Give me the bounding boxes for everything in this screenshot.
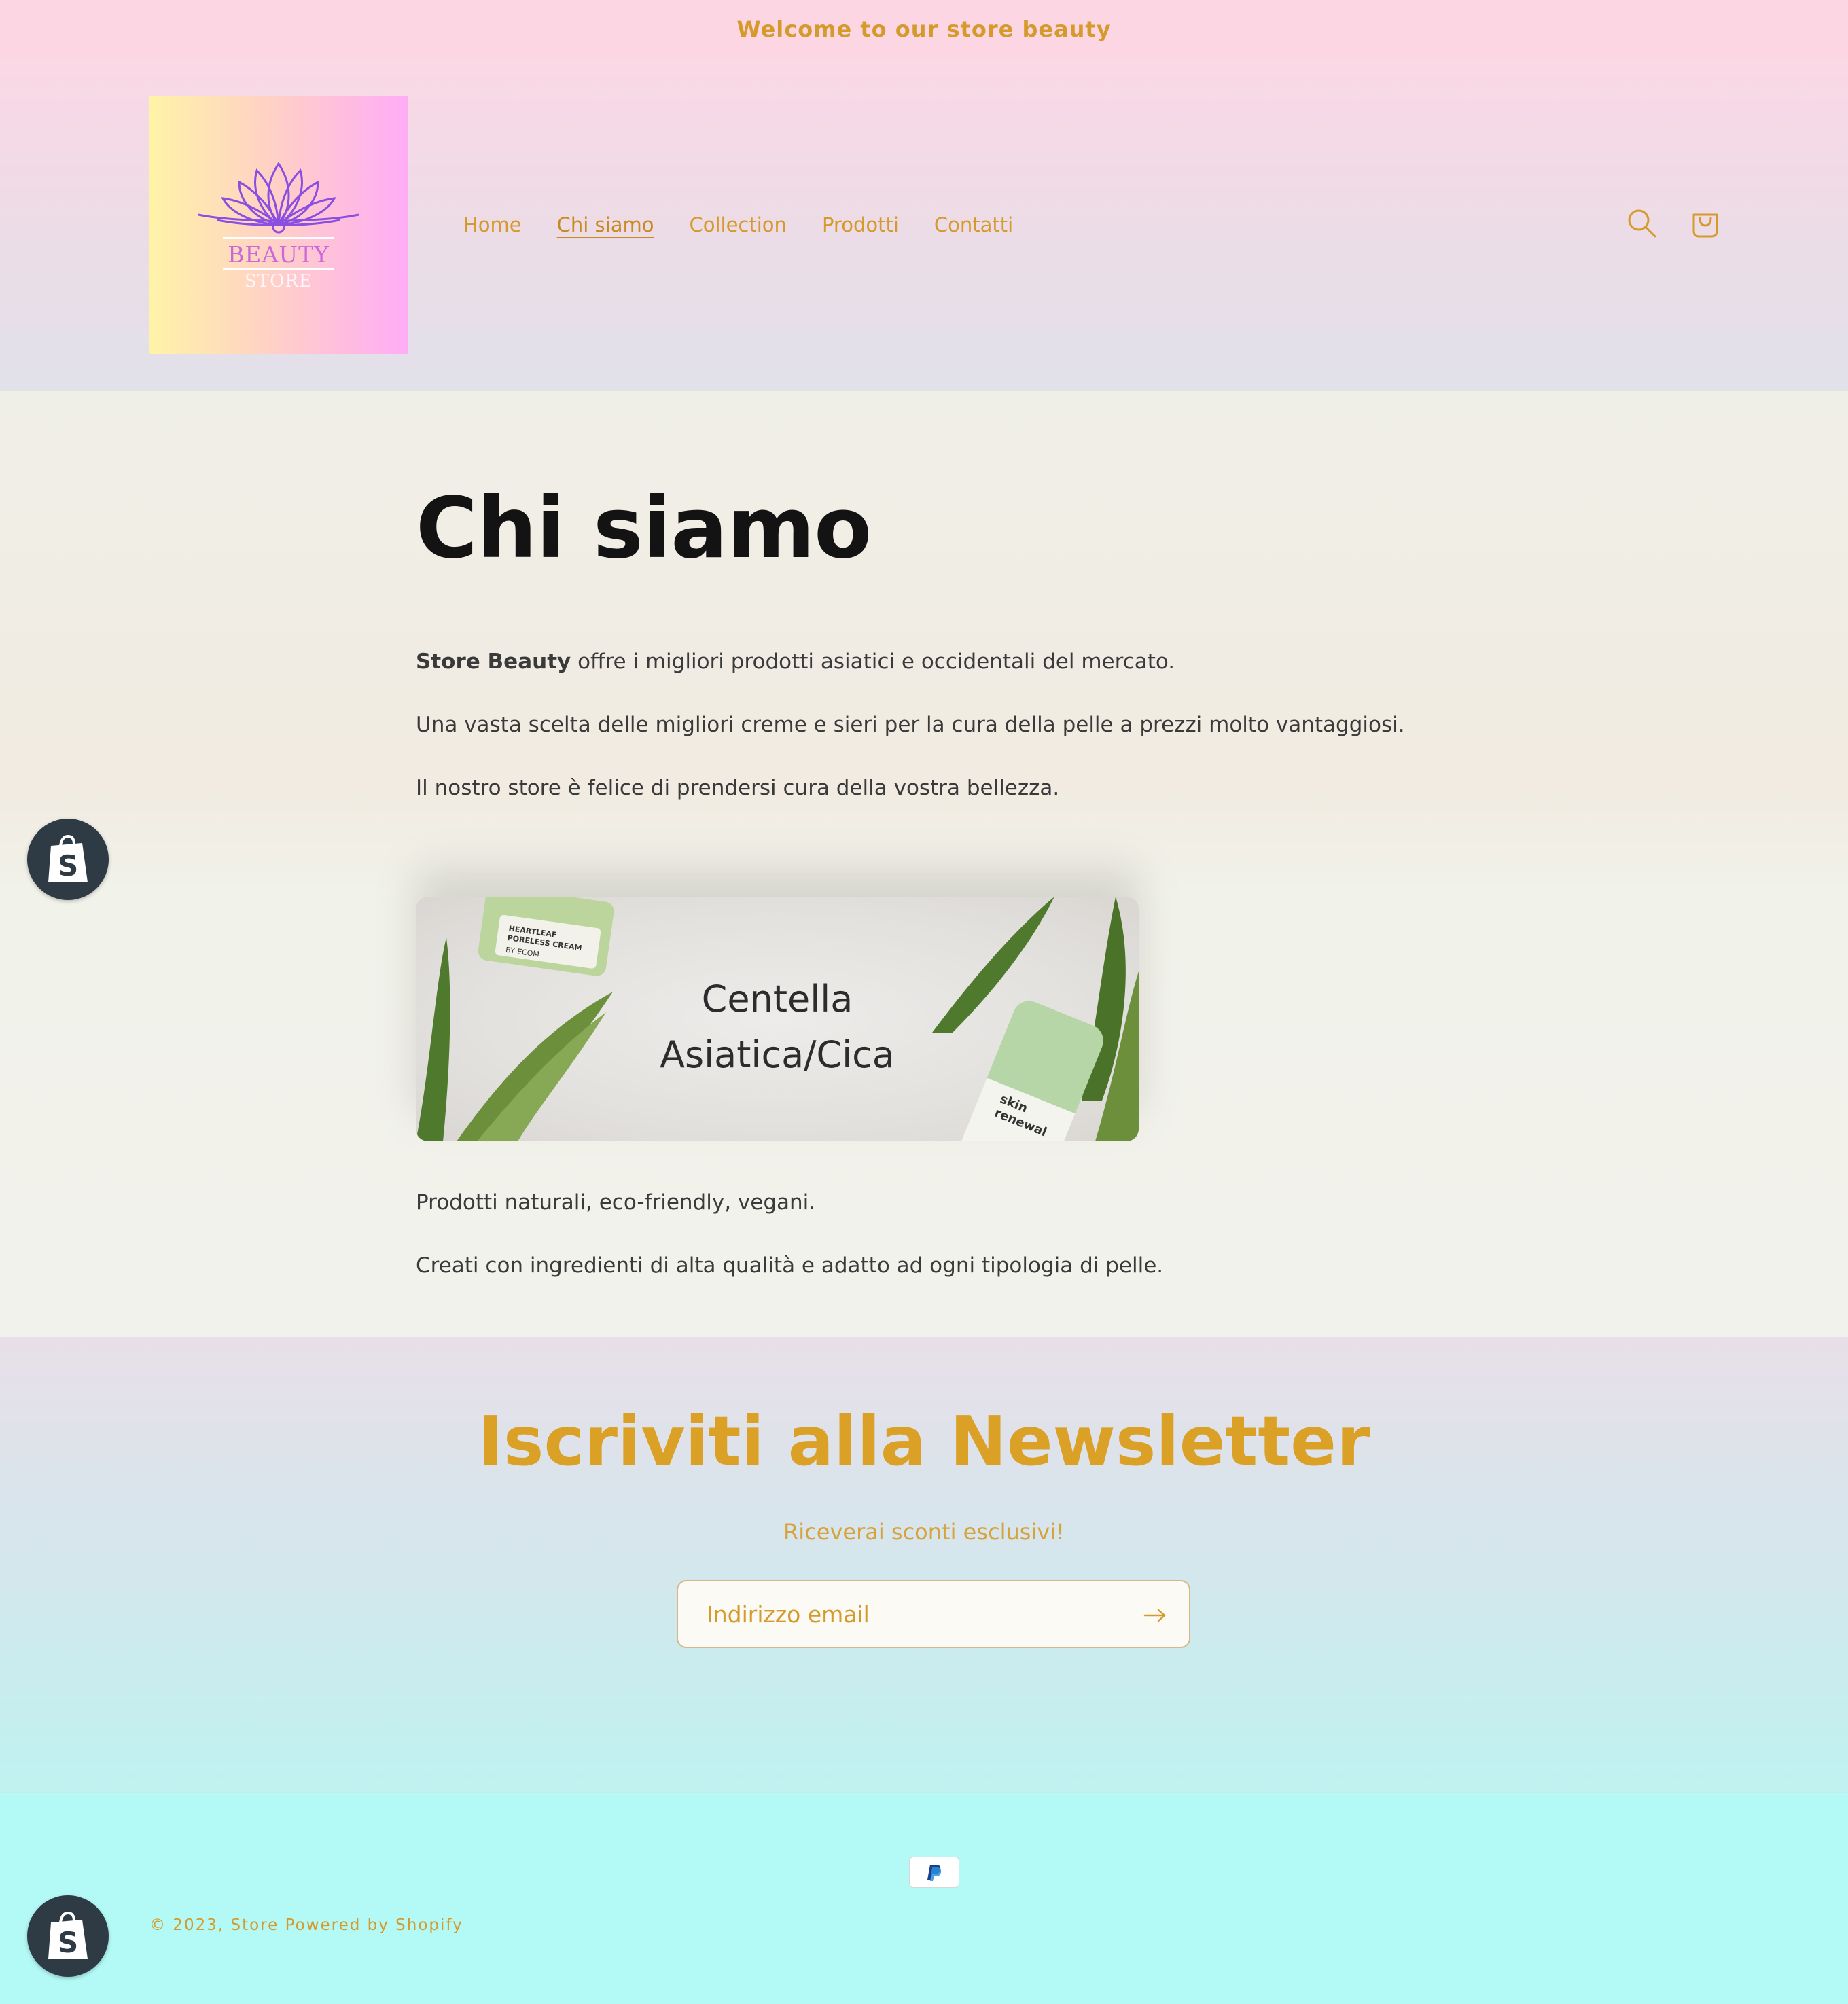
shopify-bag-icon: S [48,1911,88,1959]
email-input[interactable] [678,1581,1126,1647]
lotus-icon [198,162,359,234]
centella-banner-image: HEARTLEAF PORELESS CREAM BY ECOM skin re… [416,897,1139,1141]
newsletter-title: Iscriviti alla Newsletter [478,1401,1370,1481]
paragraph-2: Una vasta scelta delle migliori creme e … [416,713,1405,737]
search-button[interactable] [1621,202,1662,243]
paypal-payment-icon [909,1857,959,1888]
nav-item-contatti[interactable]: Contatti [934,213,1013,236]
intro-bold: Store Beauty [416,649,571,674]
main-nav: Home Chi siamo Collection Prodotti Conta… [463,213,1013,236]
site-footer: © 2023, Store Powered by Shopify [0,1792,1848,2004]
intro-text: offre i migliori prodotti asiatici e occ… [571,649,1175,674]
page-title: Chi siamo [416,480,872,577]
nav-item-collection[interactable]: Collection [689,213,786,236]
logo-rule [223,237,334,239]
site-header: BEAUTY STORE Home Chi siamo Collection P… [0,58,1848,391]
svg-text:S: S [58,849,78,882]
svg-text:S: S [58,1926,78,1959]
newsletter-section: Iscriviti alla Newsletter Riceverai scon… [0,1337,1848,1792]
intro-paragraph: Store Beauty offre i migliori prodotti a… [416,649,1175,674]
banner-title: Centella Asiatica/Cica [416,971,1139,1083]
nav-item-prodotti[interactable]: Prodotti [822,213,899,236]
nav-item-home[interactable]: Home [463,213,522,236]
newsletter-subtitle: Riceverai sconti esclusivi! [783,1519,1065,1545]
copyright-text: © 2023, Store Powered by Shopify [149,1916,463,1934]
shopify-badge[interactable]: S [27,1895,109,1977]
paragraph-4: Prodotti naturali, eco-friendly, vegani. [416,1190,816,1215]
paragraph-3: Il nostro store è felice di prendersi cu… [416,776,1060,800]
store-logo[interactable]: BEAUTY STORE [149,96,408,354]
logo-text-store: STORE [244,271,313,291]
shopify-bag-icon: S [48,834,88,882]
arrow-right-icon [1143,1609,1166,1622]
announcement-bar: Welcome to our store beauty [0,0,1848,58]
subscribe-button[interactable] [1136,1596,1174,1634]
banner-title-line-1: Centella [701,978,853,1020]
logo-text-beauty: BEAUTY [228,241,330,268]
announcement-text: Welcome to our store beauty [736,16,1112,42]
search-icon [1628,209,1656,238]
paragraph-5: Creati con ingredienti di alta qualità e… [416,1253,1164,1278]
main-content: Chi siamo Store Beauty offre i migliori … [0,391,1848,1337]
banner-title-line-2: Asiatica/Cica [660,1033,895,1076]
cart-button[interactable] [1685,202,1726,243]
shopify-badge[interactable]: S [27,819,109,900]
nav-item-chi-siamo[interactable]: Chi siamo [557,213,654,236]
newsletter-form [677,1580,1190,1648]
logo-rule [223,268,334,270]
cart-icon [1692,213,1718,238]
paypal-icon [927,1865,942,1881]
